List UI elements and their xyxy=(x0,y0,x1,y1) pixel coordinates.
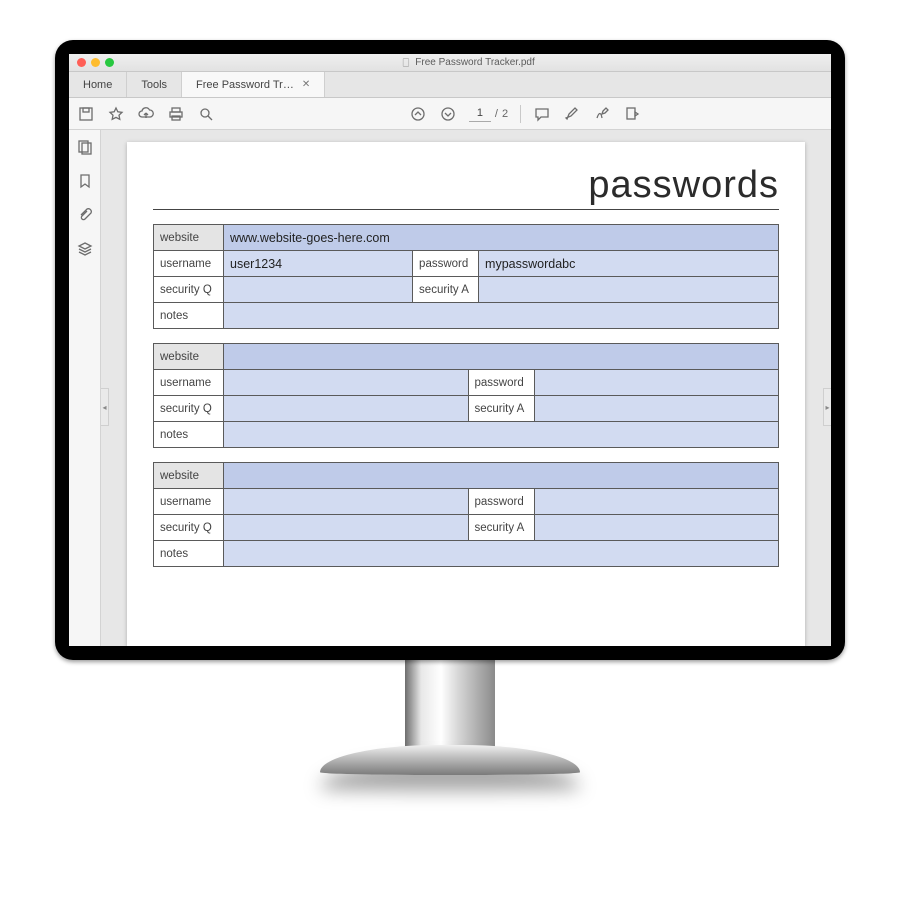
label-password: password xyxy=(468,370,534,396)
save-icon[interactable] xyxy=(77,105,95,123)
page-down-icon[interactable] xyxy=(439,105,457,123)
label-securityq: security Q xyxy=(154,515,224,541)
document-viewport[interactable]: passwords website www.website-goes-here.… xyxy=(101,130,831,646)
sign-icon[interactable] xyxy=(593,105,611,123)
field-website[interactable] xyxy=(224,463,779,489)
page-separator: / xyxy=(495,108,498,120)
label-website: website xyxy=(154,463,224,489)
label-securitya: security A xyxy=(468,396,534,422)
tab-bar: Home Tools Free Password Tr… ✕ xyxy=(69,72,831,98)
search-icon[interactable] xyxy=(197,105,215,123)
tab-document-label: Free Password Tr… xyxy=(196,79,294,91)
password-entry: website username password security Q xyxy=(153,343,779,448)
tab-tools[interactable]: Tools xyxy=(127,72,182,97)
monitor-frame: Free Password Tracker.pdf Home Tools Fre… xyxy=(55,40,845,660)
field-username[interactable] xyxy=(224,370,469,396)
print-icon[interactable] xyxy=(167,105,185,123)
page-heading: passwords xyxy=(153,164,779,210)
field-securitya[interactable] xyxy=(534,396,779,422)
tab-document[interactable]: Free Password Tr… ✕ xyxy=(182,72,325,97)
close-button[interactable] xyxy=(77,58,86,67)
pdf-file-icon xyxy=(402,58,411,67)
field-password[interactable] xyxy=(534,370,779,396)
minimize-button[interactable] xyxy=(91,58,100,67)
label-notes: notes xyxy=(154,303,224,329)
field-username[interactable]: user1234 xyxy=(224,251,413,277)
close-tab-icon[interactable]: ✕ xyxy=(302,79,310,90)
pdf-page: passwords website www.website-goes-here.… xyxy=(127,142,805,646)
label-website: website xyxy=(154,225,224,251)
field-securityq[interactable] xyxy=(224,277,413,303)
field-securityq[interactable] xyxy=(224,396,469,422)
layers-icon[interactable] xyxy=(76,240,94,258)
field-notes[interactable] xyxy=(224,541,779,567)
attachment-icon[interactable] xyxy=(76,206,94,224)
monitor-stand-base xyxy=(320,745,580,775)
field-password[interactable]: mypasswordabc xyxy=(479,251,779,277)
field-username[interactable] xyxy=(224,489,469,515)
comment-icon[interactable] xyxy=(533,105,551,123)
page-up-icon[interactable] xyxy=(409,105,427,123)
label-password: password xyxy=(468,489,534,515)
maximize-button[interactable] xyxy=(105,58,114,67)
label-username: username xyxy=(154,251,224,277)
toolbar: / 2 xyxy=(69,98,831,130)
window-title: Free Password Tracker.pdf xyxy=(114,57,823,68)
bookmark-icon[interactable] xyxy=(76,172,94,190)
field-securityq[interactable] xyxy=(224,515,469,541)
field-password[interactable] xyxy=(534,489,779,515)
page-indicator: / 2 xyxy=(469,106,508,122)
password-entry: website www.website-goes-here.com userna… xyxy=(153,224,779,329)
password-entry: website username password security Q xyxy=(153,462,779,567)
side-panel-rail xyxy=(69,130,101,646)
field-website[interactable] xyxy=(224,344,779,370)
toolbar-separator xyxy=(520,105,521,123)
label-username: username xyxy=(154,370,224,396)
cloud-upload-icon[interactable] xyxy=(137,105,155,123)
share-icon[interactable] xyxy=(623,105,641,123)
star-icon[interactable] xyxy=(107,105,125,123)
tab-home[interactable]: Home xyxy=(69,72,127,97)
label-username: username xyxy=(154,489,224,515)
field-website[interactable]: www.website-goes-here.com xyxy=(224,225,779,251)
page-total: 2 xyxy=(502,108,508,120)
thumbnails-icon[interactable] xyxy=(76,138,94,156)
field-notes[interactable] xyxy=(224,422,779,448)
label-securitya: security A xyxy=(413,277,479,303)
label-securityq: security Q xyxy=(154,277,224,303)
label-notes: notes xyxy=(154,422,224,448)
page-current-input[interactable] xyxy=(469,106,491,122)
window-titlebar: Free Password Tracker.pdf xyxy=(69,54,831,72)
screen: Free Password Tracker.pdf Home Tools Fre… xyxy=(69,54,831,646)
highlight-icon[interactable] xyxy=(563,105,581,123)
monitor-stand-neck xyxy=(405,655,495,755)
label-securitya: security A xyxy=(468,515,534,541)
label-securityq: security Q xyxy=(154,396,224,422)
field-securitya[interactable] xyxy=(479,277,779,303)
field-notes[interactable] xyxy=(224,303,779,329)
label-notes: notes xyxy=(154,541,224,567)
label-password: password xyxy=(413,251,479,277)
viewer-area: ◂ ▸ passwords website www.website-goes-h… xyxy=(69,130,831,646)
field-securitya[interactable] xyxy=(534,515,779,541)
window-controls xyxy=(77,58,114,67)
label-website: website xyxy=(154,344,224,370)
